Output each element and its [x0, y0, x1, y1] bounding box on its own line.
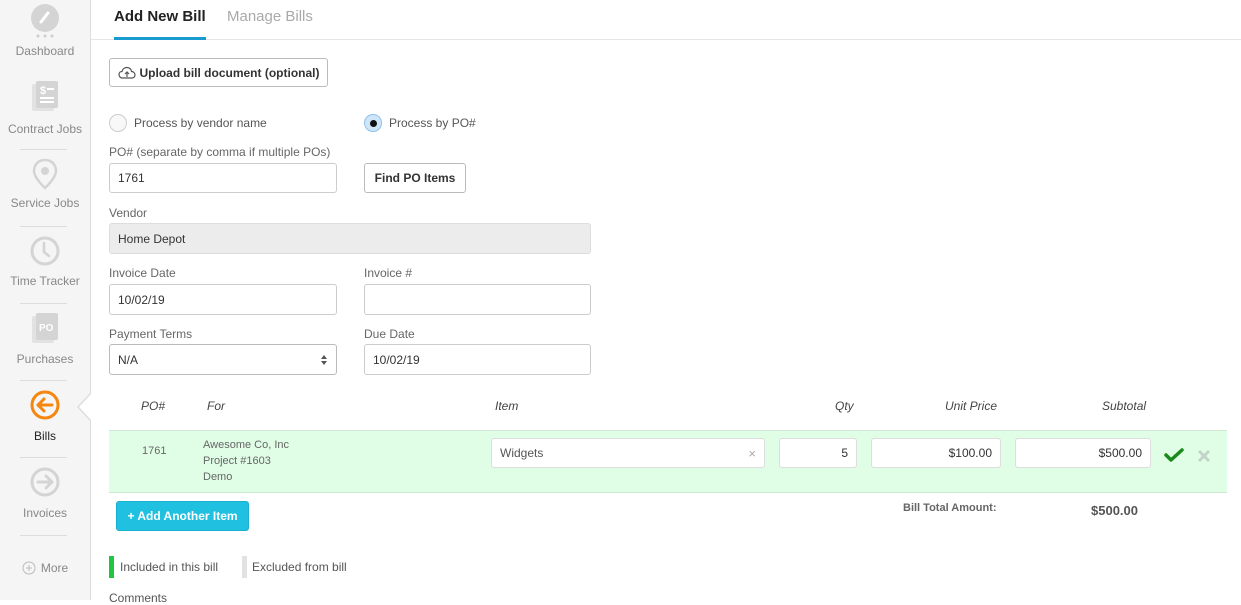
- nav-divider: [20, 149, 67, 150]
- vendor-field: Home Depot: [109, 223, 591, 254]
- arrow-right-circle-icon: [30, 467, 60, 497]
- excluded-legend-swatch: [242, 556, 247, 578]
- row-item-value: Widgets: [500, 446, 544, 460]
- invoice-date-label: Invoice Date: [109, 266, 176, 280]
- tab-add-new-bill[interactable]: Add New Bill: [114, 8, 206, 40]
- po-number-input[interactable]: 1761: [109, 163, 337, 193]
- included-legend-swatch: [109, 556, 114, 578]
- cloud-upload-icon: [117, 66, 136, 79]
- contract-document-icon: $: [32, 81, 58, 111]
- vendor-label: Vendor: [109, 206, 148, 220]
- nav-divider: [20, 380, 67, 381]
- tab-bar: Add New Bill Manage Bills: [91, 0, 1241, 40]
- bill-total-value: $500.00: [1091, 503, 1138, 518]
- nav-divider: [20, 303, 67, 304]
- column-header-unit-price: Unit Price: [945, 399, 998, 413]
- select-arrows-icon: [321, 354, 327, 365]
- clear-item-icon[interactable]: ×: [748, 446, 756, 461]
- row-for-customer: Awesome Co, Inc: [203, 439, 290, 451]
- payment-terms-label: Payment Terms: [109, 327, 193, 341]
- find-po-items-button[interactable]: Find PO Items: [364, 163, 466, 193]
- invoice-number-label: Invoice #: [364, 266, 413, 280]
- included-legend-label: Included in this bill: [120, 560, 219, 574]
- table-row: 1761 Awesome Co, Inc Project #1603 Demo …: [109, 430, 1227, 493]
- dashboard-gauge-icon: [31, 4, 59, 38]
- upload-bill-document-button[interactable]: Upload bill document (optional): [109, 58, 328, 87]
- sidebar-item-purchases[interactable]: PO Purchases: [0, 312, 90, 366]
- process-by-vendor-label: Process by vendor name: [134, 116, 267, 130]
- row-item-input[interactable]: Widgets ×: [491, 438, 765, 468]
- row-for-project: Project #1603: [203, 455, 271, 467]
- due-date-input[interactable]: 10/02/19: [364, 344, 591, 375]
- sidebar-item-dashboard[interactable]: Dashboard: [0, 4, 90, 58]
- more-label: More: [40, 561, 69, 575]
- due-date-label: Due Date: [364, 327, 415, 341]
- row-for: Awesome Co, Inc Project #1603 Demo: [203, 437, 289, 485]
- exclude-x-icon[interactable]: [1197, 449, 1211, 463]
- arrow-left-circle-icon: [30, 390, 60, 420]
- comments-label: Comments: [109, 591, 168, 605]
- row-po-number: 1761: [142, 445, 167, 457]
- sidebar-item-contract-jobs[interactable]: $ Contract Jobs: [0, 80, 90, 136]
- plus-circle-icon: [22, 561, 36, 575]
- row-subtotal-input[interactable]: $500.00: [1015, 438, 1151, 468]
- po-document-icon: PO: [32, 313, 58, 343]
- sidebar-item-label: Purchases: [16, 352, 74, 366]
- sidebar-item-label: Contract Jobs: [7, 122, 83, 136]
- column-header-po: PO#: [141, 399, 166, 413]
- sidebar-more-button[interactable]: More: [0, 561, 90, 575]
- sidebar-item-label: Time Tracker: [10, 274, 80, 288]
- nav-divider: [20, 457, 67, 458]
- tab-manage-bills[interactable]: Manage Bills: [227, 8, 313, 37]
- process-by-vendor-radio[interactable]: [109, 114, 127, 132]
- sidebar: Dashboard $ Contract Jobs Service Jobs T…: [0, 0, 91, 600]
- po-number-label: PO# (separate by comma if multiple POs): [109, 145, 331, 159]
- add-another-item-button[interactable]: + Add Another Item: [116, 501, 249, 531]
- nav-divider: [20, 226, 67, 227]
- nav-divider: [20, 535, 67, 536]
- row-unit-price-input[interactable]: $100.00: [871, 438, 1001, 468]
- sidebar-item-label: Bills: [33, 429, 56, 443]
- row-qty-input[interactable]: 5: [779, 438, 857, 468]
- payment-terms-value: N/A: [118, 352, 139, 367]
- bill-total-label: Bill Total Amount:: [903, 502, 997, 514]
- po-badge-text: PO: [39, 323, 54, 334]
- include-check-icon[interactable]: [1164, 447, 1184, 463]
- excluded-legend-label: Excluded from bill: [252, 560, 347, 574]
- column-header-subtotal: Subtotal: [1102, 399, 1147, 413]
- sidebar-item-label: Service Jobs: [10, 196, 80, 210]
- sidebar-item-label: Dashboard: [15, 44, 75, 58]
- sidebar-item-invoices[interactable]: Invoices: [0, 466, 90, 520]
- process-by-po-label: Process by PO#: [389, 116, 476, 130]
- column-header-for: For: [207, 399, 225, 413]
- invoice-date-input[interactable]: 10/02/19: [109, 284, 337, 315]
- clock-icon: [30, 236, 60, 266]
- process-by-po-radio[interactable]: [364, 114, 382, 132]
- upload-label: Upload bill document (optional): [139, 65, 320, 80]
- map-pin-icon: [32, 158, 58, 190]
- row-for-job: Demo: [203, 471, 233, 483]
- sidebar-item-service-jobs[interactable]: Service Jobs: [0, 158, 90, 210]
- sidebar-item-label: Invoices: [22, 506, 68, 520]
- column-header-qty: Qty: [835, 399, 854, 413]
- svg-text:$: $: [40, 85, 46, 97]
- payment-terms-select[interactable]: N/A: [109, 344, 337, 375]
- invoice-number-input[interactable]: [364, 284, 591, 315]
- column-header-item: Item: [495, 399, 519, 413]
- sidebar-item-time-tracker[interactable]: Time Tracker: [0, 235, 90, 288]
